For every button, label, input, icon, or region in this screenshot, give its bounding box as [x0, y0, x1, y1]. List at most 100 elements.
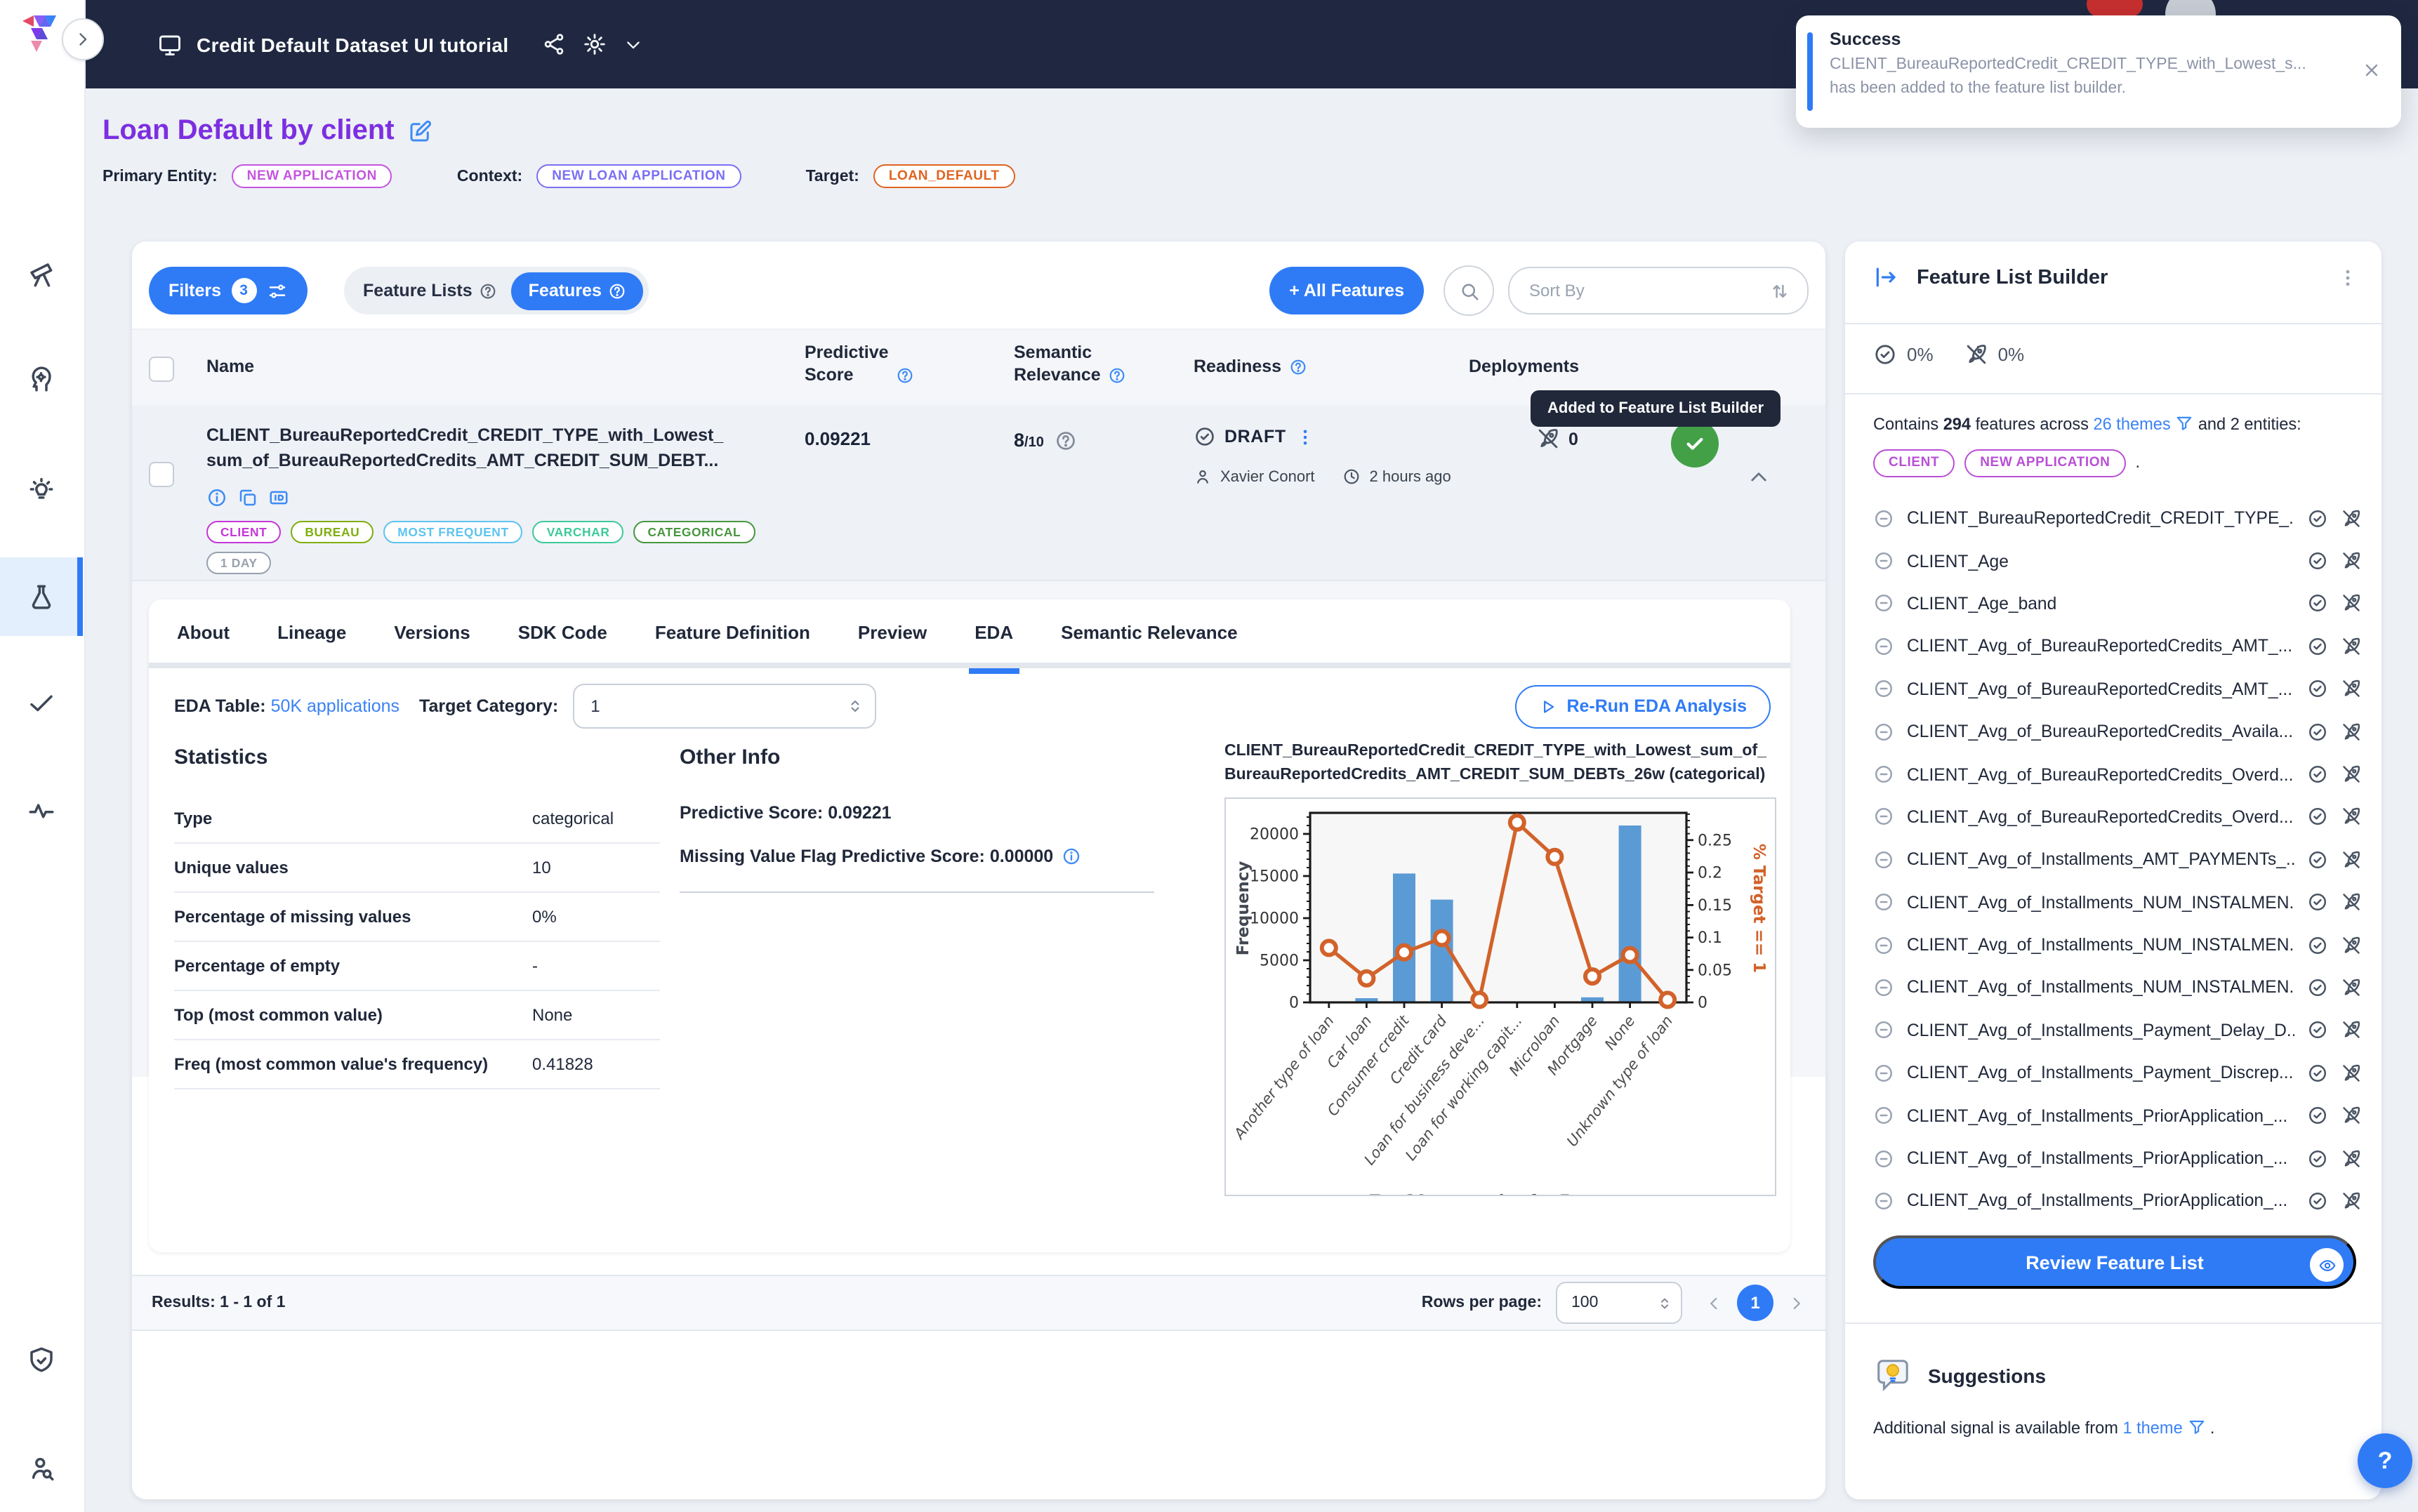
readiness-icon[interactable] [2307, 807, 2328, 828]
readiness-icon[interactable] [2307, 764, 2328, 785]
readiness-icon[interactable] [2307, 593, 2328, 614]
builder-list-item[interactable]: CLIENT_Avg_of_BureauReportedCredits_AMT_… [1873, 625, 2362, 668]
readiness-icon[interactable] [2307, 721, 2328, 742]
column-readiness[interactable]: Readiness [1194, 355, 1307, 378]
readiness-icon[interactable] [2307, 550, 2328, 571]
builder-list-item[interactable]: CLIENT_Age_band [1873, 583, 2362, 625]
rocket-off-icon[interactable] [2341, 764, 2362, 785]
tab-eda[interactable]: EDA [975, 599, 1013, 664]
tab-about[interactable]: About [177, 599, 230, 664]
remove-feature-icon[interactable] [1873, 636, 1894, 657]
rocket-off-icon[interactable] [2341, 977, 2362, 998]
app-logo[interactable] [18, 11, 63, 56]
rerun-eda-button[interactable]: Re-Run EDA Analysis [1514, 684, 1771, 728]
feature-row[interactable]: Added to Feature List Builder CLIENT_Bur… [132, 406, 1825, 581]
builder-list-item[interactable]: CLIENT_Avg_of_Installments_PriorApplicat… [1873, 1180, 2362, 1223]
column-predictive-score[interactable]: Predictive Score [805, 341, 914, 387]
tab-feature-definition[interactable]: Feature Definition [655, 599, 810, 664]
rocket-off-icon[interactable] [2341, 508, 2362, 529]
readiness-icon[interactable] [2307, 977, 2328, 998]
settings-icon[interactable] [583, 32, 607, 56]
row-checkbox[interactable] [149, 462, 174, 487]
sort-by-input[interactable] [1526, 279, 1758, 302]
tab-lineage[interactable]: Lineage [277, 599, 346, 664]
id-icon[interactable] [268, 487, 289, 508]
readiness-icon[interactable] [2307, 891, 2328, 913]
remove-feature-icon[interactable] [1873, 1020, 1894, 1041]
sort-by-field[interactable] [1508, 267, 1809, 314]
readiness-icon[interactable] [2307, 1020, 2328, 1041]
rocket-off-icon[interactable] [2341, 550, 2362, 571]
remove-feature-icon[interactable] [1873, 1105, 1894, 1126]
builder-list-item[interactable]: CLIENT_Avg_of_Installments_Payment_Delay… [1873, 1009, 2362, 1052]
remove-feature-icon[interactable] [1873, 849, 1894, 870]
remove-feature-icon[interactable] [1873, 977, 1894, 998]
added-success-indicator[interactable] [1671, 420, 1719, 467]
remove-feature-icon[interactable] [1873, 1191, 1894, 1212]
column-deployments[interactable]: Deployments [1469, 355, 1579, 378]
context-chip[interactable]: NEW LOAN APPLICATION [536, 164, 741, 188]
readiness-icon[interactable] [2307, 1191, 2328, 1212]
rocket-off-icon[interactable] [2341, 934, 2362, 955]
builder-list-item[interactable]: CLIENT_Age [1873, 540, 2362, 583]
filters-button[interactable]: Filters 3 [149, 267, 307, 314]
search-button[interactable] [1443, 265, 1494, 316]
info-icon[interactable] [206, 487, 227, 508]
sidebar-item-explore[interactable] [0, 234, 83, 313]
remove-feature-icon[interactable] [1873, 508, 1894, 529]
rocket-off-icon[interactable] [2341, 1148, 2362, 1169]
tab-semantic-relevance[interactable]: Semantic Relevance [1061, 599, 1237, 664]
rocket-off-icon[interactable] [2341, 1020, 2362, 1041]
remove-feature-icon[interactable] [1873, 550, 1894, 571]
help-icon[interactable] [1055, 430, 1078, 452]
feature-name[interactable]: CLIENT_BureauReportedCredit_CREDIT_TYPE_… [206, 423, 796, 474]
remove-feature-icon[interactable] [1873, 1148, 1894, 1169]
builder-list-item[interactable]: CLIENT_BureauReportedCredit_CREDIT_TYPE_… [1873, 497, 2362, 540]
readiness-icon[interactable] [2307, 1105, 2328, 1126]
rocket-off-icon[interactable] [2341, 721, 2362, 742]
sidebar-collapse-button[interactable] [62, 18, 104, 60]
readiness-icon[interactable] [2307, 679, 2328, 700]
entity-chip-new-application[interactable]: NEW APPLICATION [1964, 449, 2125, 477]
column-semantic-relevance[interactable]: Semantic Relevance [1014, 341, 1126, 387]
builder-list-item[interactable]: CLIENT_Avg_of_BureauReportedCredits_Avai… [1873, 710, 2362, 753]
sidebar-item-approvals[interactable] [0, 663, 83, 741]
builder-list-item[interactable]: CLIENT_Avg_of_Installments_NUM_INSTALMEN… [1873, 924, 2362, 967]
target-chip[interactable]: LOAN_DEFAULT [873, 164, 1015, 188]
rocket-off-icon[interactable] [2341, 891, 2362, 913]
readiness-icon[interactable] [2307, 508, 2328, 529]
target-category-select[interactable]: 1 [572, 684, 876, 729]
chevron-down-icon[interactable] [624, 34, 644, 54]
builder-list-item[interactable]: CLIENT_Avg_of_BureauReportedCredits_Over… [1873, 753, 2362, 796]
readiness-icon[interactable] [2307, 636, 2328, 657]
info-icon[interactable] [1062, 847, 1081, 866]
eda-table-link[interactable]: 50K applications [271, 696, 399, 716]
builder-list-item[interactable]: CLIENT_Avg_of_Installments_PriorApplicat… [1873, 1137, 2362, 1180]
remove-feature-icon[interactable] [1873, 891, 1894, 913]
remove-feature-icon[interactable] [1873, 1063, 1894, 1084]
share-icon[interactable] [543, 32, 567, 56]
funnel-icon[interactable] [2187, 1418, 2205, 1436]
themes-link[interactable]: 26 themes [2094, 414, 2171, 434]
edit-title-icon[interactable] [407, 119, 432, 144]
builder-list-item[interactable]: CLIENT_Avg_of_Installments_AMT_PAYMENTs_… [1873, 838, 2362, 881]
rocket-off-icon[interactable] [2341, 636, 2362, 657]
sidebar-item-knowledge[interactable] [0, 340, 83, 418]
help-button[interactable]: ? [2358, 1433, 2412, 1488]
collapse-row-icon[interactable] [1747, 465, 1771, 489]
builder-list-item[interactable]: CLIENT_Avg_of_Installments_PriorApplicat… [1873, 1094, 2362, 1137]
tab-versions[interactable]: Versions [394, 599, 470, 664]
remove-feature-icon[interactable] [1873, 807, 1894, 828]
prev-page-icon[interactable] [1705, 1294, 1723, 1312]
rocket-off-icon[interactable] [2341, 807, 2362, 828]
column-name[interactable]: Name [206, 355, 254, 378]
remove-feature-icon[interactable] [1873, 721, 1894, 742]
remove-feature-icon[interactable] [1873, 593, 1894, 614]
primary-entity-chip[interactable]: NEW APPLICATION [232, 164, 392, 188]
sidebar-item-experiment[interactable] [0, 557, 83, 636]
readiness-icon[interactable] [2307, 1148, 2328, 1169]
notification-badge[interactable] [2087, 0, 2143, 17]
rocket-off-icon[interactable] [2341, 679, 2362, 700]
remove-feature-icon[interactable] [1873, 764, 1894, 785]
next-page-icon[interactable] [1788, 1294, 1806, 1312]
